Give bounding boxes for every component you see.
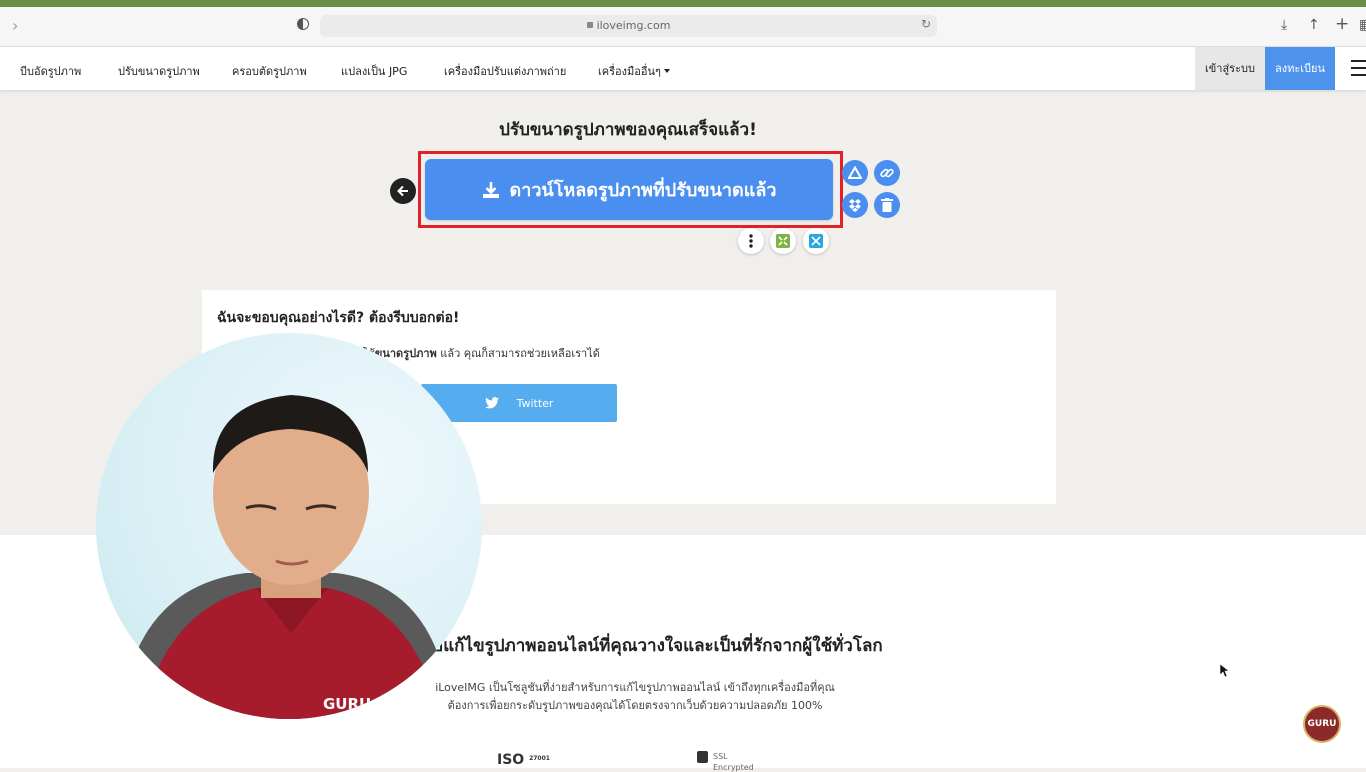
back-button[interactable] xyxy=(390,178,416,204)
iso-label: ISO xyxy=(497,752,525,768)
url-text: iloveimg.com xyxy=(596,19,671,32)
google-drive-button[interactable] xyxy=(842,160,868,186)
twitter-share-button[interactable]: Twitter xyxy=(421,384,617,422)
more-options-button[interactable] xyxy=(738,228,764,254)
ssl-label: SSL xyxy=(713,752,728,761)
site-navbar: บีบอัดรูปภาพ ปรับขนาดรูปภาพ ครอบตัดรูปภา… xyxy=(0,47,1366,90)
arrow-left-icon xyxy=(397,185,408,197)
new-tab-icon[interactable]: + xyxy=(1335,14,1349,34)
nav-more-tools[interactable]: เครื่องมืออื่นๆ xyxy=(598,62,670,80)
iso-number: 27001 xyxy=(529,755,550,762)
share-icon[interactable]: ↑ xyxy=(1308,17,1320,33)
download-icon xyxy=(482,181,499,198)
signup-button[interactable]: ลงทะเบียน xyxy=(1265,47,1335,90)
mouse-cursor-icon xyxy=(1220,664,1229,678)
nav-compress[interactable]: บีบอัดรูปภาพ xyxy=(20,62,81,80)
window-top-strip xyxy=(0,0,1366,7)
compress-icon xyxy=(776,234,790,248)
dropbox-button[interactable] xyxy=(842,192,868,218)
description-line-2: ต้องการเพื่อยกระดับรูปภาพของคุณได้โดยตรง… xyxy=(447,699,823,712)
nav-convert-jpg[interactable]: แปลงเป็น JPG xyxy=(341,62,407,80)
caret-down-icon xyxy=(663,69,670,73)
section-heading: อแก้ไขรูปภาพออนไลน์ที่คุณวางใจและเป็นที่… xyxy=(433,636,883,656)
presenter-image: GURU xyxy=(136,395,441,719)
address-bar[interactable]: iloveimg.com ↻ xyxy=(320,15,937,37)
link-icon xyxy=(880,168,894,178)
download-button-label: ดาวน์โหลดรูปภาพที่ปรับขนาดแล้ว xyxy=(509,180,777,201)
padlock-icon xyxy=(697,751,708,763)
share-heading: ฉันจะขอบคุณอย่างไรดี? ต้องรีบบอกต่อ! xyxy=(217,310,460,326)
channel-logo-text: GURU xyxy=(1307,719,1337,729)
tabs-overview-icon[interactable]: ▦ xyxy=(1359,17,1366,33)
lock-icon xyxy=(586,22,593,28)
description-line-1: iLoveIMG เป็นโซลูชันที่ง่ายสำหรับการแก้ไ… xyxy=(435,681,835,694)
share-text: ใช้ขนาดรูปภาพ แล้ว คุณก็สามารถช่วยเหลือเ… xyxy=(362,344,600,362)
more-vertical-icon xyxy=(749,234,753,248)
menu-icon[interactable] xyxy=(1351,60,1366,81)
download-icon[interactable]: ⤓ xyxy=(1281,17,1287,33)
nav-crop[interactable]: ครอบตัดรูปภาพ xyxy=(232,62,307,80)
delete-button[interactable] xyxy=(874,192,900,218)
crop-icon xyxy=(809,234,823,248)
twitter-icon xyxy=(484,397,499,409)
channel-logo: GURU xyxy=(1303,705,1341,743)
page-title: ปรับขนาดรูปภาพของคุณเสร็จแล้ว! xyxy=(499,120,757,140)
google-drive-icon xyxy=(848,166,862,179)
copy-link-button[interactable] xyxy=(874,160,900,186)
reload-icon[interactable]: ↻ xyxy=(921,17,931,31)
nav-resize[interactable]: ปรับขนาดรูปภาพ xyxy=(118,62,200,80)
privacy-shield-icon[interactable] xyxy=(297,18,309,30)
twitter-button-label: Twitter xyxy=(516,396,554,410)
browser-toolbar: › iloveimg.com ↻ ⤓ ↑ + ▦ xyxy=(0,7,1366,47)
share-text-suffix: แล้ว คุณก็สามารถช่วยเหลือเราได้ xyxy=(436,347,600,360)
compress-tool-button[interactable] xyxy=(770,228,796,254)
nav-more-tools-label: เครื่องมืออื่นๆ xyxy=(598,65,661,78)
forward-icon[interactable]: › xyxy=(12,16,18,35)
ssl-badge: SSL Encrypted xyxy=(697,751,754,772)
iso-badge: ISO 27001 xyxy=(497,752,550,768)
crop-tool-button[interactable] xyxy=(803,228,829,254)
nav-photo-editor[interactable]: เครื่องมือปรับแต่งภาพถ่าย xyxy=(444,62,566,80)
trash-icon xyxy=(881,198,893,212)
login-button[interactable]: เข้าสู่ระบบ xyxy=(1195,47,1265,90)
section-description: iLoveIMG เป็นโซลูชันที่ง่ายสำหรับการแก้ไ… xyxy=(380,679,890,715)
webcam-overlay: GURU xyxy=(96,333,482,719)
dropbox-icon xyxy=(849,199,861,212)
download-button[interactable]: ดาวน์โหลดรูปภาพที่ปรับขนาดแล้ว xyxy=(425,159,833,220)
